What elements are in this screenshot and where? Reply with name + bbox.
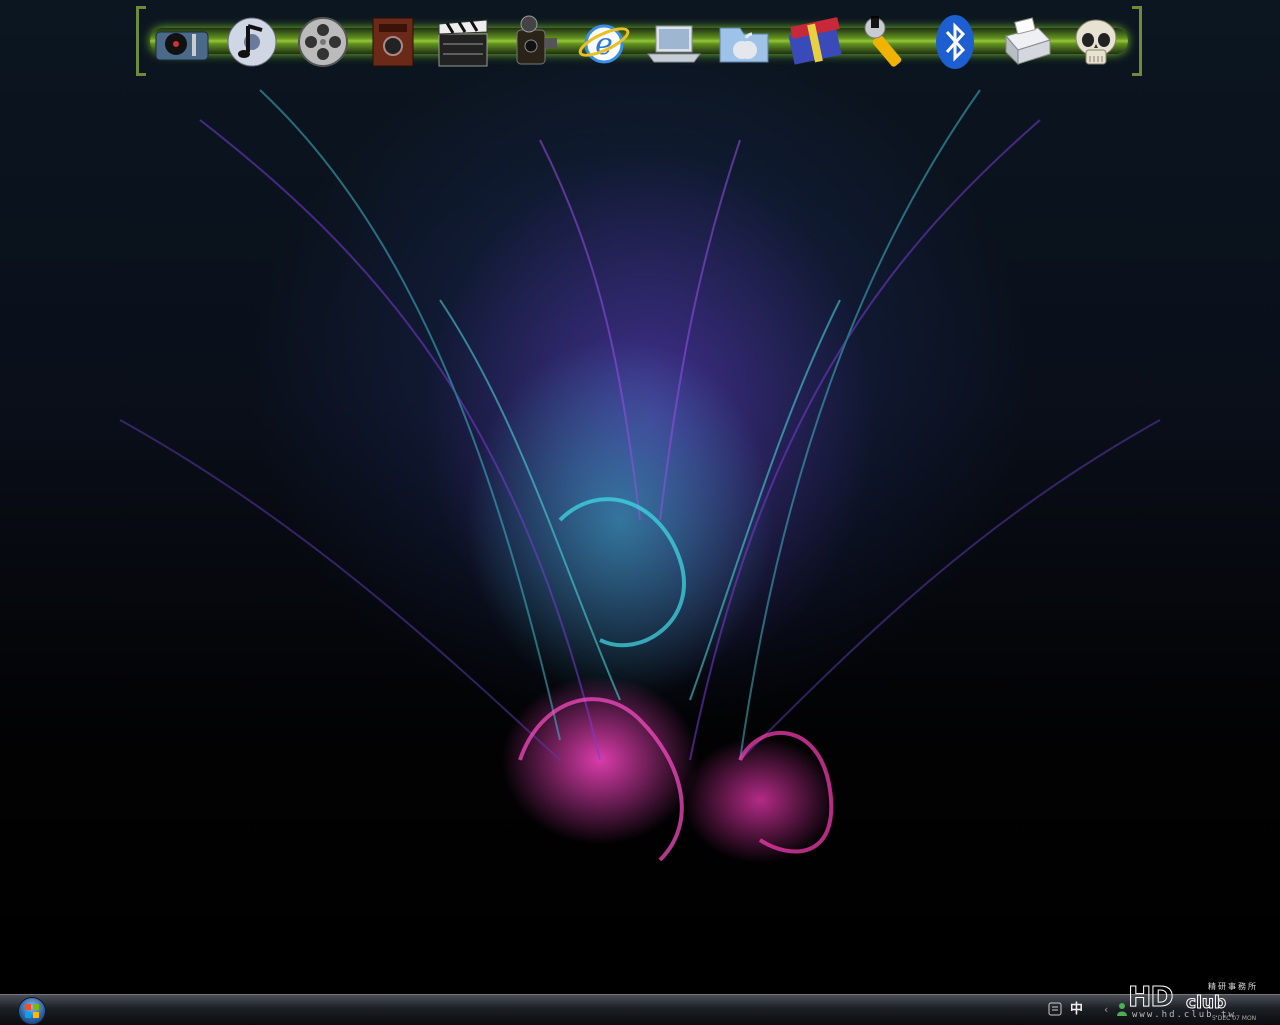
show-hidden-icons-arrow[interactable]: ‹ bbox=[1104, 1001, 1108, 1019]
dock-right-bracket bbox=[1132, 6, 1142, 76]
ime-language-indicator[interactable]: 中 bbox=[1070, 1001, 1083, 1019]
fractal-flame-wallpaper bbox=[119, 89, 1161, 862]
taskbar: 中 ‹ bbox=[0, 994, 1280, 1025]
dock-item-laptop[interactable] bbox=[642, 10, 706, 74]
dock-item-movie-camera[interactable] bbox=[501, 10, 565, 74]
movie-camera-icon bbox=[516, 15, 558, 65]
dock-item-internet-explorer[interactable]: e bbox=[572, 10, 636, 74]
dock-item-apple-folder[interactable] bbox=[712, 10, 776, 74]
icon-dock: e bbox=[136, 4, 1142, 80]
dock-item-winrar[interactable] bbox=[783, 10, 847, 74]
clapperboard-icon bbox=[438, 19, 488, 67]
watermark-chinese-text: 精研事務所 bbox=[1208, 982, 1258, 991]
messenger-user-icon[interactable] bbox=[1116, 1001, 1128, 1019]
vintage-camera-icon bbox=[372, 17, 414, 67]
dock-item-vintage-camera[interactable] bbox=[361, 10, 425, 74]
film-reel-icon bbox=[297, 17, 348, 67]
internet-explorer-icon: e bbox=[578, 24, 630, 64]
winrar-icon bbox=[788, 17, 842, 65]
windows-logo-icon bbox=[25, 1004, 39, 1018]
printer-icon bbox=[1004, 17, 1051, 66]
desktop-wallpaper: e bbox=[0, 0, 1280, 994]
dock-item-skull[interactable] bbox=[1064, 10, 1128, 74]
watermark-logo-hd: HD bbox=[1128, 980, 1175, 1013]
music-note-icon bbox=[227, 17, 277, 67]
dock-item-clapperboard[interactable] bbox=[431, 10, 495, 74]
dock-item-turntable[interactable] bbox=[150, 10, 214, 74]
dock-item-printer[interactable] bbox=[994, 10, 1058, 74]
dock-item-music[interactable] bbox=[220, 10, 284, 74]
dock-item-bluetooth[interactable] bbox=[923, 10, 987, 74]
dock-left-bracket bbox=[136, 6, 146, 76]
turntable-icon bbox=[155, 31, 209, 61]
skull-icon bbox=[1075, 19, 1117, 65]
laptop-icon bbox=[647, 25, 702, 63]
start-button[interactable] bbox=[18, 997, 46, 1025]
dock-item-wrench[interactable] bbox=[853, 10, 917, 74]
tray-clock-date[interactable]: 5 DEC 07 MON bbox=[1212, 1015, 1256, 1023]
bluetooth-icon bbox=[936, 15, 975, 69]
dock-item-film-reel[interactable] bbox=[291, 10, 355, 74]
wrench-icon bbox=[864, 16, 902, 67]
ime-toolbar-icon[interactable] bbox=[1048, 1001, 1064, 1019]
apple-folder-icon bbox=[719, 27, 769, 63]
